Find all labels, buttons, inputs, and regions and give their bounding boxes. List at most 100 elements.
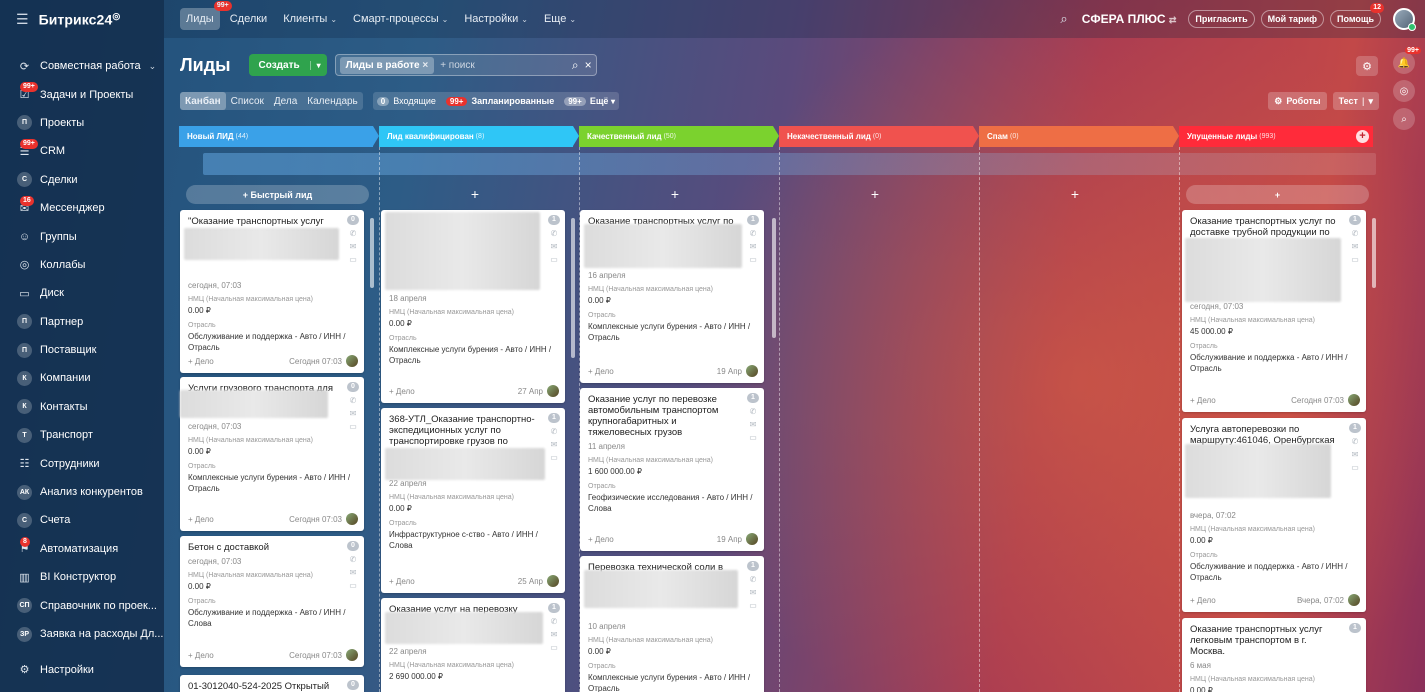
phone-icon[interactable]: ✆ bbox=[551, 617, 558, 626]
mail-icon[interactable]: ✉ bbox=[1352, 242, 1359, 251]
lead-title[interactable]: Оказание услуг по перевозке автомобильны… bbox=[588, 394, 738, 438]
top-nav-item[interactable]: Смарт-процессы ⌄ bbox=[347, 8, 454, 30]
search-icon[interactable]: ⌕ bbox=[572, 58, 579, 73]
user-avatar[interactable] bbox=[1393, 8, 1416, 31]
add-lead-icon[interactable]: + bbox=[465, 186, 485, 202]
column-header[interactable]: Спам (0) bbox=[979, 126, 1179, 147]
chevron-down-icon[interactable]: ▾ bbox=[309, 60, 327, 70]
phone-icon[interactable]: ✆ bbox=[750, 229, 757, 238]
column-scrollbar[interactable] bbox=[772, 218, 776, 338]
sidebar-item[interactable]: АК Анализ конкурентов bbox=[0, 478, 164, 506]
phone-icon[interactable]: ✆ bbox=[350, 396, 357, 405]
column-header[interactable]: Упущенные лиды (993) + bbox=[1179, 126, 1373, 147]
lead-card[interactable]: 368-УТЛ_Оказание транспортно-экспедицион… bbox=[381, 408, 565, 593]
mail-icon[interactable]: ✉ bbox=[350, 409, 357, 418]
add-lead-icon[interactable]: + bbox=[1065, 186, 1085, 202]
lead-title[interactable]: 01-3012040-524-2025 Открытый bbox=[188, 681, 338, 692]
chat-icon[interactable]: ▭ bbox=[349, 422, 357, 431]
lead-title[interactable]: 368-УТЛ_Оказание транспортно-экспедицион… bbox=[389, 414, 539, 447]
sidebar-item[interactable]: С Счета bbox=[0, 506, 164, 534]
lead-title[interactable]: Оказание транспортных услуг по доставке … bbox=[1190, 216, 1340, 238]
sidebar-item[interactable]: П Партнер bbox=[0, 308, 164, 336]
top-nav-item[interactable]: Клиенты ⌄ bbox=[277, 8, 343, 30]
responsible-avatar[interactable] bbox=[547, 385, 559, 397]
mail-icon[interactable]: ✉ bbox=[551, 242, 558, 251]
lead-title[interactable]: Оказание транспортных услуг легковым тра… bbox=[1190, 624, 1340, 657]
my-tariff-button[interactable]: Мой тариф bbox=[1260, 10, 1324, 28]
quick-add-button[interactable]: + Быстрый лид bbox=[186, 185, 369, 204]
sidebar-item[interactable]: СП Справочник по проек... bbox=[0, 591, 164, 619]
mail-icon[interactable]: ✉ bbox=[551, 440, 558, 449]
notifications-bell-icon[interactable]: 🔔 99+ bbox=[1393, 47, 1421, 74]
responsible-avatar[interactable] bbox=[746, 365, 758, 377]
test-button[interactable]: Тест | ▾ bbox=[1332, 92, 1379, 110]
mail-icon[interactable]: ✉ bbox=[750, 420, 757, 429]
sidebar-item[interactable]: ◎ Коллабы bbox=[0, 251, 164, 279]
sidebar-item[interactable]: ☺ Группы bbox=[0, 222, 164, 250]
responsible-avatar[interactable] bbox=[346, 649, 358, 661]
add-column-icon[interactable]: + bbox=[1356, 130, 1369, 143]
responsible-avatar[interactable] bbox=[1348, 594, 1360, 606]
column-header[interactable]: Качественный лид (50) bbox=[579, 126, 779, 147]
phone-icon[interactable]: ✆ bbox=[1352, 229, 1359, 238]
chevron-down-icon[interactable]: ⌄ bbox=[149, 61, 157, 72]
add-activity-link[interactable]: + Дело bbox=[1190, 596, 1216, 605]
column-scrollbar[interactable] bbox=[571, 218, 575, 358]
lead-title[interactable]: Бетон с доставкой bbox=[188, 542, 338, 553]
sidebar-item[interactable]: ▭ Диск bbox=[0, 279, 164, 307]
help-button[interactable]: Помощь 12 bbox=[1329, 3, 1384, 28]
chat-icon[interactable]: ▭ bbox=[550, 643, 558, 652]
add-lead-icon[interactable]: + bbox=[865, 186, 885, 202]
search-input[interactable]: + поиск bbox=[440, 60, 566, 71]
view-tab[interactable]: Дела bbox=[269, 92, 302, 110]
add-lead-icon[interactable]: + bbox=[665, 186, 685, 202]
search-chat-icon[interactable]: ⌕ bbox=[1393, 108, 1415, 130]
settings-gear-icon[interactable]: ⚙ bbox=[1356, 56, 1378, 76]
phone-icon[interactable]: ✆ bbox=[750, 575, 757, 584]
column-scrollbar[interactable] bbox=[1372, 218, 1376, 288]
responsible-avatar[interactable] bbox=[547, 575, 559, 587]
mail-icon[interactable]: ✉ bbox=[750, 242, 757, 251]
sidebar-item[interactable]: ▥ BI Конструктор bbox=[0, 563, 164, 591]
clear-icon[interactable]: × bbox=[585, 58, 592, 72]
top-nav-item[interactable]: Еще ⌄ bbox=[538, 8, 582, 30]
company-name[interactable]: СФЕРА ПЛЮС ⇄ bbox=[1082, 12, 1177, 26]
chat-icon[interactable]: ▭ bbox=[349, 581, 357, 590]
add-activity-link[interactable]: + Дело bbox=[389, 577, 415, 586]
chat-icon[interactable]: ▭ bbox=[349, 255, 357, 264]
responsible-avatar[interactable] bbox=[1348, 394, 1360, 406]
phone-icon[interactable]: ✆ bbox=[551, 229, 558, 238]
sidebar-item[interactable]: ☷ Сотрудники bbox=[0, 449, 164, 477]
create-button[interactable]: Создать ▾ bbox=[248, 54, 327, 76]
filter-chip[interactable]: Лиды в работе × bbox=[339, 56, 435, 74]
column-header[interactable]: Лид квалифицирован (8) bbox=[379, 126, 579, 147]
lead-card[interactable]: Оказание транспортных услуг легковым тра… bbox=[1182, 618, 1366, 692]
chat-icon[interactable]: ▭ bbox=[749, 255, 757, 264]
sidebar-item[interactable]: К Компании bbox=[0, 364, 164, 392]
phone-icon[interactable]: ✆ bbox=[350, 229, 357, 238]
sidebar-item[interactable]: П Поставщик bbox=[0, 336, 164, 364]
top-nav-item[interactable]: Настройки ⌄ bbox=[458, 8, 534, 30]
more-filter[interactable]: Ещё ▾ bbox=[590, 96, 615, 106]
add-activity-link[interactable]: + Дело bbox=[1190, 396, 1216, 405]
mail-icon[interactable]: ✉ bbox=[1352, 450, 1359, 459]
sidebar-item-settings[interactable]: ⚙ Настройки bbox=[0, 656, 164, 684]
mail-icon[interactable]: ✉ bbox=[551, 630, 558, 639]
sidebar-item[interactable]: ✉ 16 Мессенджер bbox=[0, 194, 164, 222]
column-scrollbar[interactable] bbox=[370, 218, 374, 288]
planned-filter[interactable]: Запланированные bbox=[471, 96, 554, 106]
view-tab[interactable]: Календарь bbox=[302, 92, 362, 110]
add-activity-link[interactable]: + Дело bbox=[588, 535, 614, 544]
add-activity-link[interactable]: + Дело bbox=[188, 357, 214, 366]
invite-button[interactable]: Пригласить bbox=[1188, 10, 1255, 28]
add-activity-link[interactable]: + Дело bbox=[188, 515, 214, 524]
menu-burger-icon[interactable]: ☰ bbox=[16, 11, 29, 28]
sidebar-item[interactable]: ⚑ 8 Автоматизация bbox=[0, 535, 164, 563]
chat-icon[interactable]: ▭ bbox=[749, 433, 757, 442]
chat-icon[interactable]: ▭ bbox=[550, 255, 558, 264]
chat-icon[interactable]: ▭ bbox=[1351, 255, 1359, 264]
chat-icon[interactable]: ▭ bbox=[749, 601, 757, 610]
column-header[interactable]: Некачественный лид (0) bbox=[779, 126, 979, 147]
responsible-avatar[interactable] bbox=[346, 513, 358, 525]
top-nav-item[interactable]: Сделки bbox=[224, 8, 274, 30]
